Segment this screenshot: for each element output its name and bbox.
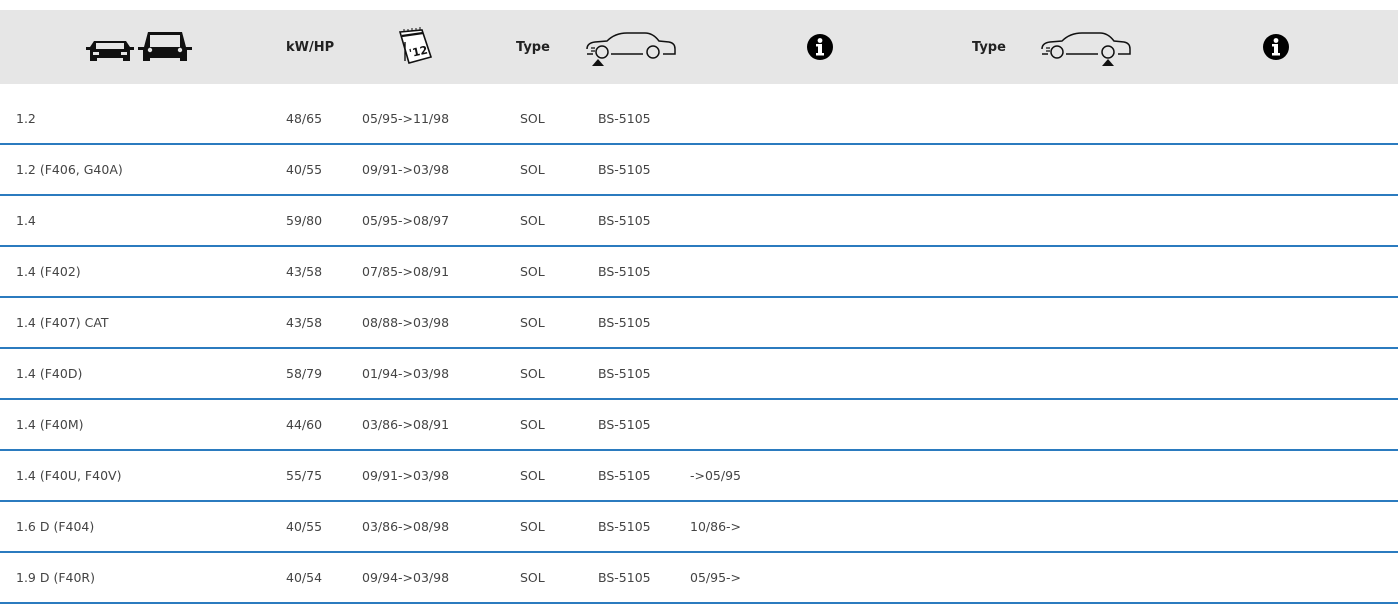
header-type-1: Type <box>516 10 550 84</box>
engine-cell: 1.4 (F402) <box>16 264 81 279</box>
reference-cell: BS-5105 <box>598 264 651 279</box>
kw-hp-cell: 55/75 <box>286 468 323 483</box>
date-range-cell: 09/94->03/98 <box>362 570 450 585</box>
engine-cell: 1.9 D (F40R) <box>16 570 95 585</box>
reference-cell: BS-5105 <box>598 570 651 585</box>
kw-hp-cell: 40/55 <box>286 519 323 534</box>
kw-hp-cell: 59/80 <box>286 213 323 228</box>
application-table: kW/HP '12 Type Type 1.2 48/65 05/95->11/… <box>0 0 1398 604</box>
reference-cell: BS-5105 <box>598 162 651 177</box>
engine-cell: 1.4 <box>16 213 36 228</box>
type-label: Type <box>972 39 1006 55</box>
date-range-cell: 05/95->11/98 <box>362 111 450 126</box>
type-cell: SOL <box>520 570 545 585</box>
date-range-cell: 03/86->08/98 <box>362 519 450 534</box>
info-cell: ->05/95 <box>690 468 742 483</box>
type-label: Type <box>516 39 550 55</box>
table-row: 1.4 (F40U, F40V) 55/75 09/91->03/98 SOL BS-5… <box>0 451 1398 502</box>
reference-cell: BS-5105 <box>598 213 651 228</box>
date-range-cell: 09/91->03/98 <box>362 162 450 177</box>
kw-hp-cell: 48/65 <box>286 111 323 126</box>
kw-hp-cell: 43/58 <box>286 264 323 279</box>
two-cars-icon <box>86 10 196 84</box>
date-range-cell: 08/88->03/98 <box>362 315 450 330</box>
table-header: kW/HP '12 Type Type <box>0 10 1398 84</box>
type-cell: SOL <box>520 264 545 279</box>
type-cell: SOL <box>520 468 545 483</box>
info-icon <box>1262 10 1290 84</box>
date-range-cell: 03/86->08/91 <box>362 417 450 432</box>
header-type-2: Type <box>972 10 1006 84</box>
date-range-cell: 07/85->08/91 <box>362 264 450 279</box>
type-cell: SOL <box>520 519 545 534</box>
table-row: 1.9 D (F40R) 40/54 09/94->03/98 SOL BS-5105 0… <box>0 553 1398 604</box>
engine-cell: 1.2 <box>16 111 36 126</box>
car-rear-axle-icon <box>1038 10 1134 84</box>
reference-cell: BS-5105 <box>598 315 651 330</box>
type-cell: SOL <box>520 162 545 177</box>
engine-cell: 1.6 D (F404) <box>16 519 95 534</box>
kw-hp-cell: 44/60 <box>286 417 323 432</box>
date-range-cell: 05/95->08/97 <box>362 213 450 228</box>
engine-cell: 1.4 (F40M) <box>16 417 84 432</box>
reference-cell: BS-5105 <box>598 468 651 483</box>
header-kw-hp: kW/HP <box>286 10 334 84</box>
table-row: 1.2 48/65 05/95->11/98 SOL BS-5105 <box>0 94 1398 145</box>
type-cell: SOL <box>520 315 545 330</box>
engine-cell: 1.4 (F40U, F40V) <box>16 468 122 483</box>
table-row: 1.4 (F40M) 44/60 03/86->08/91 SOL BS-5105 <box>0 400 1398 451</box>
car-front-axle-icon <box>583 10 679 84</box>
type-cell: SOL <box>520 213 545 228</box>
reference-cell: BS-5105 <box>598 366 651 381</box>
reference-cell: BS-5105 <box>598 417 651 432</box>
table-row: 1.4 59/80 05/95->08/97 SOL BS-5105 <box>0 196 1398 247</box>
calendar-icon: '12 <box>397 10 433 84</box>
kw-hp-label: kW/HP <box>286 39 335 55</box>
reference-cell: BS-5105 <box>598 111 651 126</box>
type-cell: SOL <box>520 417 545 432</box>
table-row: 1.6 D (F404) 40/55 03/86->08/98 SOL BS-5105 1… <box>0 502 1398 553</box>
table-row: 1.4 (F402) 43/58 07/85->08/91 SOL BS-5105 <box>0 247 1398 298</box>
date-range-cell: 01/94->03/98 <box>362 366 450 381</box>
type-cell: SOL <box>520 366 545 381</box>
info-icon <box>806 10 834 84</box>
info-cell: 05/95-> <box>690 570 742 585</box>
kw-hp-cell: 43/58 <box>286 315 323 330</box>
engine-cell: 1.4 (F407) CAT <box>16 315 109 330</box>
table-row: 1.4 (F40D) 58/79 01/94->03/98 SOL BS-5105 <box>0 349 1398 400</box>
reference-cell: BS-5105 <box>598 519 651 534</box>
date-range-cell: 09/91->03/98 <box>362 468 450 483</box>
info-cell: 10/86-> <box>690 519 742 534</box>
kw-hp-cell: 40/54 <box>286 570 323 585</box>
type-cell: SOL <box>520 111 545 126</box>
kw-hp-cell: 58/79 <box>286 366 323 381</box>
engine-cell: 1.4 (F40D) <box>16 366 83 381</box>
kw-hp-cell: 40/55 <box>286 162 323 177</box>
table-row: 1.4 (F407) CAT 43/58 08/88->03/98 SOL BS-510… <box>0 298 1398 349</box>
engine-cell: 1.2 (F406, G40A) <box>16 162 123 177</box>
table-row: 1.2 (F406, G40A) 40/55 09/91->03/98 SOL BS-5… <box>0 145 1398 196</box>
